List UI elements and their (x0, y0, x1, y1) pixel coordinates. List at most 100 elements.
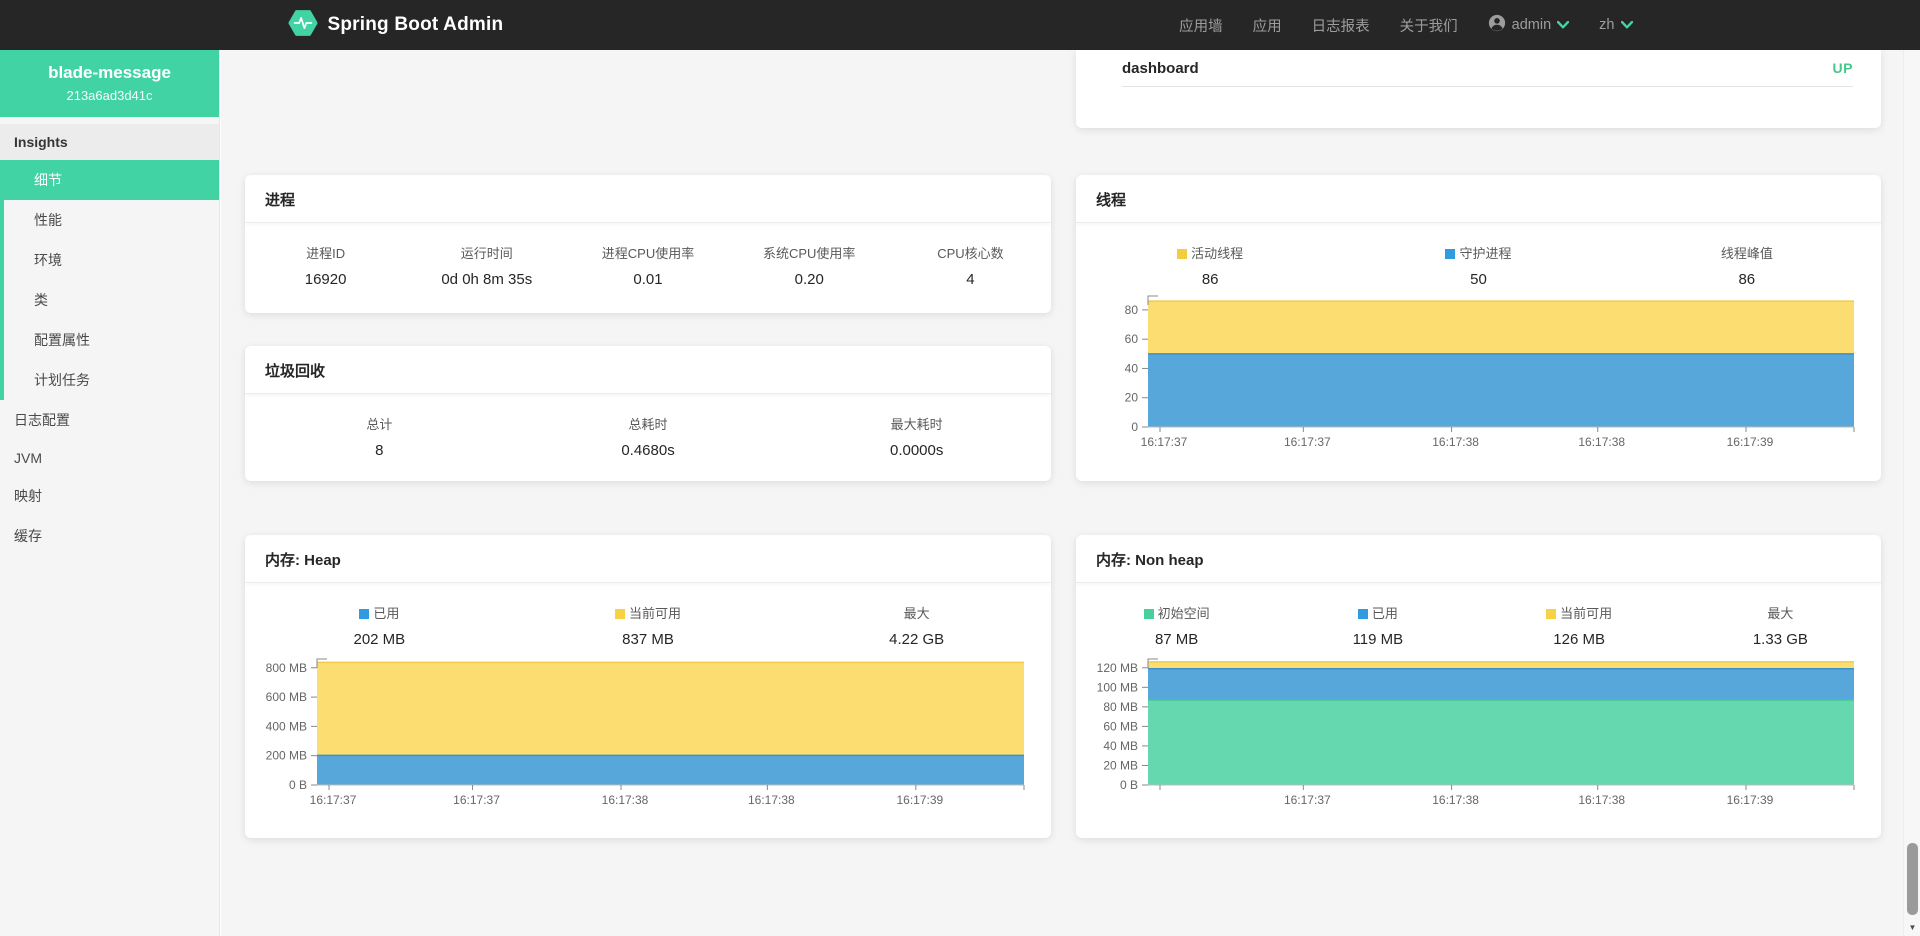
svg-text:0: 0 (1131, 420, 1138, 434)
sidebar-item-scheduled-tasks[interactable]: 计划任务 (4, 360, 219, 400)
application-name: blade-message (8, 63, 211, 83)
nav-link-wall[interactable]: 应用墙 (1179, 15, 1223, 36)
svg-text:16:17:38: 16:17:38 (1578, 435, 1625, 449)
memory-heap-card: 内存: Heap 已用 202 MB 当前可用 837 MB 最大 4.22 G… (245, 535, 1051, 838)
legend-nonheap-initial: 初始空间 87 MB (1076, 603, 1277, 648)
svg-text:200 MB: 200 MB (266, 749, 307, 763)
status-card: dashboard UP (1076, 50, 1881, 128)
svg-text:16:17:37: 16:17:37 (453, 793, 500, 807)
sidebar-item-mappings[interactable]: 映射 (0, 476, 219, 516)
sidebar-item-loggers[interactable]: 日志配置 (0, 400, 219, 440)
legend-peak-threads: 线程峰值 86 (1613, 243, 1881, 288)
stat-system-cpu: 系统CPU使用率 0.20 (729, 243, 890, 288)
svg-text:16:17:38: 16:17:38 (1432, 793, 1479, 807)
instance-row[interactable]: dashboard UP (1122, 50, 1853, 87)
card-title: 内存: Non heap (1076, 535, 1881, 583)
sidebar-item-caches[interactable]: 缓存 (0, 516, 219, 556)
svg-text:800 MB: 800 MB (266, 661, 307, 675)
nav-link-journal[interactable]: 日志报表 (1312, 15, 1370, 36)
locale-label: zh (1599, 17, 1614, 33)
scrollbar[interactable]: ▲ ▼ (1903, 0, 1920, 936)
stat-pid: 进程ID 16920 (245, 243, 406, 288)
gc-card: 垃圾回收 总计 8 总耗时 0.4680s 最大耗时 0.0000s (245, 346, 1051, 481)
legend-heap-max: 最大 4.22 GB (782, 603, 1051, 648)
svg-text:20: 20 (1125, 391, 1139, 405)
svg-text:16:17:39: 16:17:39 (1727, 435, 1774, 449)
sidebar-item-environment[interactable]: 环境 (4, 240, 219, 280)
svg-text:100 MB: 100 MB (1097, 680, 1138, 694)
legend-nonheap-max: 最大 1.33 GB (1680, 603, 1881, 648)
gc-stats: 总计 8 总耗时 0.4680s 最大耗时 0.0000s (245, 414, 1051, 459)
stat-gc-count: 总计 8 (245, 414, 514, 459)
chevron-down-icon (1621, 17, 1633, 33)
nav-links: 应用墙 应用 日志报表 关于我们 admin zh (1179, 14, 1632, 36)
svg-text:0 B: 0 B (1120, 778, 1138, 792)
svg-text:80 MB: 80 MB (1103, 700, 1138, 714)
stat-gc-max-time: 最大耗时 0.0000s (782, 414, 1051, 459)
svg-text:16:17:37: 16:17:37 (1141, 435, 1188, 449)
application-header[interactable]: blade-message 213a6ad3d41c (0, 50, 219, 117)
sidebar-item-details[interactable]: 细节 (0, 160, 219, 200)
legend-nonheap-used: 已用 119 MB (1277, 603, 1478, 648)
nonheap-legend: 初始空间 87 MB 已用 119 MB 当前可用 126 MB 最大 1.33… (1076, 603, 1881, 648)
svg-text:16:17:37: 16:17:37 (310, 793, 357, 807)
svg-text:40 MB: 40 MB (1103, 739, 1138, 753)
top-navbar: Spring Boot Admin 应用墙 应用 日志报表 关于我们 admin (0, 0, 1920, 50)
sidebar-item-config-properties[interactable]: 配置属性 (4, 320, 219, 360)
sidebar-menu: Insights 细节 性能 环境 类 配置属性 计划任务 日志配置 JVM 映… (0, 124, 219, 556)
user-avatar-icon (1488, 14, 1506, 36)
svg-text:400 MB: 400 MB (266, 719, 307, 733)
legend-swatch (1358, 609, 1368, 619)
nav-link-applications[interactable]: 应用 (1253, 15, 1282, 36)
main-content: dashboard UP 进程 进程ID 16920 运行时间 0d 0h 8m… (221, 50, 1903, 936)
svg-text:600 MB: 600 MB (266, 690, 307, 704)
insights-submenu: 细节 性能 环境 类 配置属性 计划任务 (0, 160, 219, 400)
svg-text:120 MB: 120 MB (1097, 661, 1138, 675)
nav-link-about[interactable]: 关于我们 (1400, 15, 1458, 36)
card-title: 内存: Heap (245, 535, 1051, 583)
sidebar-group-insights[interactable]: Insights (0, 124, 219, 160)
memory-nonheap-chart: 0 B 20 MB 40 MB 60 MB 80 MB 100 MB 120 MB 16:17… (1076, 651, 1881, 831)
threads-legend: 活动线程 86 守护进程 50 线程峰值 86 (1076, 243, 1881, 288)
svg-text:16:17:39: 16:17:39 (896, 793, 943, 807)
legend-heap-size: 当前可用 837 MB (514, 603, 783, 648)
locale-menu[interactable]: zh (1599, 17, 1632, 33)
brand[interactable]: Spring Boot Admin (288, 8, 504, 43)
scrollbar-thumb[interactable] (1907, 843, 1918, 915)
svg-text:16:17:38: 16:17:38 (1432, 435, 1479, 449)
svg-text:16:17:38: 16:17:38 (602, 793, 649, 807)
stat-uptime: 运行时间 0d 0h 8m 35s (406, 243, 567, 288)
sidebar-item-jvm[interactable]: JVM (0, 440, 219, 476)
svg-text:16:17:38: 16:17:38 (748, 793, 795, 807)
heap-legend: 已用 202 MB 当前可用 837 MB 最大 4.22 GB (245, 603, 1051, 648)
svg-text:0 B: 0 B (289, 778, 307, 792)
svg-text:16:17:38: 16:17:38 (1578, 793, 1625, 807)
stat-gc-total-time: 总耗时 0.4680s (514, 414, 783, 459)
memory-heap-chart: 0 B 200 MB 400 MB 600 MB 800 MB 16:17:37 16:17… (245, 651, 1051, 831)
card-title: 线程 (1076, 175, 1881, 223)
svg-text:60 MB: 60 MB (1103, 719, 1138, 733)
card-title: 进程 (245, 175, 1051, 223)
user-menu[interactable]: admin (1488, 14, 1570, 36)
sidebar: blade-message 213a6ad3d41c Insights 细节 性… (0, 50, 220, 936)
svg-text:60: 60 (1125, 332, 1139, 346)
scroll-down-button[interactable]: ▼ (1904, 919, 1920, 936)
user-name: admin (1512, 17, 1552, 33)
brand-title: Spring Boot Admin (328, 14, 504, 36)
legend-live-threads: 活动线程 86 (1076, 243, 1344, 288)
instance-name: dashboard (1122, 60, 1199, 77)
stat-cpu-cores: CPU核心数 4 (890, 243, 1051, 288)
svg-text:80: 80 (1125, 303, 1139, 317)
legend-swatch (1177, 249, 1187, 259)
threads-card: 线程 活动线程 86 守护进程 50 线程峰值 86 0 20 40 60 80 16:1… (1076, 175, 1881, 481)
threads-chart: 02040608016:17:3716:17:3716:17:3816:17:3… (1076, 288, 1881, 468)
status-badge: UP (1833, 60, 1853, 76)
legend-swatch (1144, 609, 1154, 619)
svg-text:20 MB: 20 MB (1103, 758, 1138, 772)
legend-swatch (359, 609, 369, 619)
svg-text:40: 40 (1125, 361, 1139, 375)
sidebar-item-classes[interactable]: 类 (4, 280, 219, 320)
sidebar-item-metrics[interactable]: 性能 (4, 200, 219, 240)
chevron-down-icon (1557, 17, 1569, 33)
legend-daemon-threads: 守护进程 50 (1344, 243, 1612, 288)
